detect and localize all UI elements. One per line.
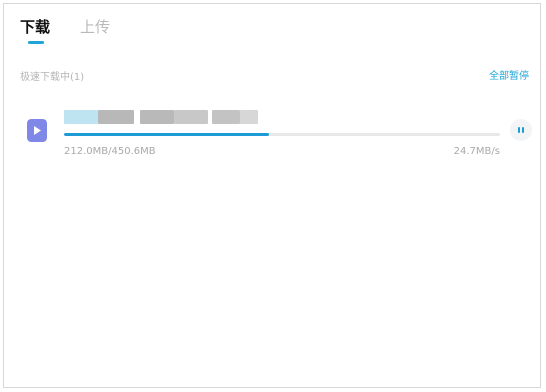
download-progress-bar bbox=[64, 133, 500, 136]
pause-download-button[interactable] bbox=[510, 119, 532, 141]
app-window: 下载 上传 极速下载中(1) 全部暂停 212.0MB/450.6MB 24.7… bbox=[3, 3, 541, 388]
tab-active-indicator bbox=[28, 41, 44, 44]
file-name-redacted bbox=[64, 107, 258, 127]
download-progress-fill bbox=[64, 133, 269, 136]
pause-all-button[interactable]: 全部暂停 bbox=[489, 70, 529, 84]
section-title: 极速下载中(1) bbox=[20, 72, 85, 83]
tab-upload[interactable]: 上传 bbox=[80, 17, 110, 37]
download-size: 212.0MB/450.6MB bbox=[64, 146, 156, 157]
pause-icon bbox=[518, 127, 520, 133]
tab-download[interactable]: 下载 bbox=[20, 17, 50, 37]
download-speed: 24.7MB/s bbox=[453, 146, 500, 157]
pause-icon-right-bar bbox=[522, 127, 524, 133]
download-item[interactable]: 212.0MB/450.6MB 24.7MB/s bbox=[20, 104, 532, 160]
video-file-icon bbox=[27, 119, 47, 142]
